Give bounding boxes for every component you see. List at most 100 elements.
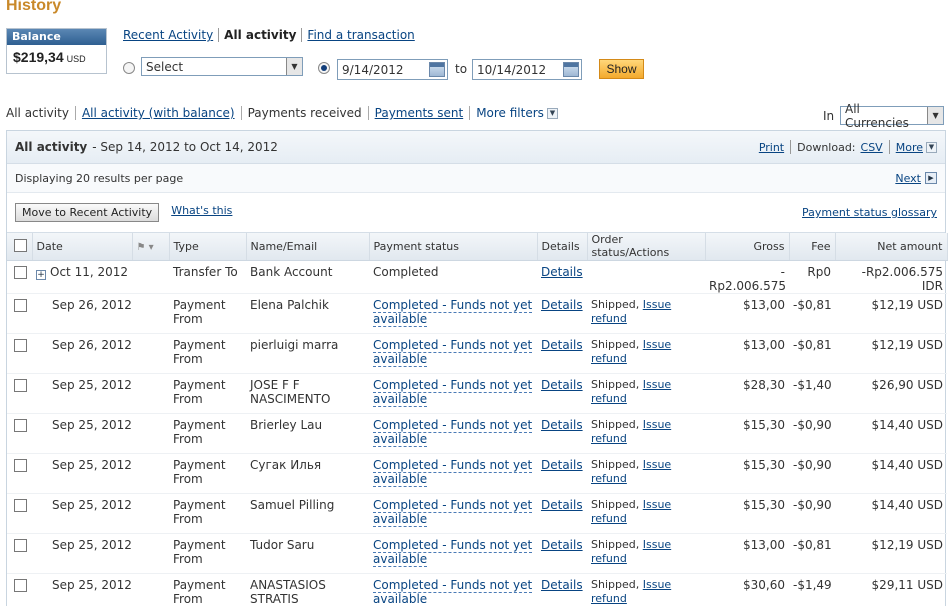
table-row: Sep 25, 2012 Payment From Сугак Илья Complet… xyxy=(7,453,947,493)
row-checkbox[interactable] xyxy=(14,265,27,279)
tab-recent-activity[interactable]: Recent Activity xyxy=(123,28,213,42)
tab-find-transaction[interactable]: Find a transaction xyxy=(307,28,414,42)
row-order-status: Shipped, Issue refund xyxy=(587,373,705,413)
divider xyxy=(790,140,792,154)
details-link[interactable]: Details xyxy=(541,378,583,392)
col-name[interactable]: Name/Email xyxy=(246,233,370,261)
row-name-line1: Brierley Lau xyxy=(250,417,323,432)
row-type: Payment From xyxy=(169,493,246,533)
select-period-radio[interactable] xyxy=(123,62,135,74)
row-net-amount: $12,19 USD xyxy=(871,297,943,312)
row-date: Sep 25, 2012 xyxy=(52,377,132,392)
payment-status-link[interactable]: Completed - Funds not yet xyxy=(373,497,533,513)
select-all-checkbox[interactable] xyxy=(14,238,27,252)
tab-all-activity[interactable]: All activity xyxy=(224,28,296,42)
row-checkbox[interactable] xyxy=(14,338,27,352)
show-button[interactable]: Show xyxy=(599,59,644,79)
to-date-field[interactable]: 10/14/2012 xyxy=(472,59,582,80)
row-checkbox[interactable] xyxy=(14,378,27,392)
row-status: Completed - Funds not yet available xyxy=(369,493,537,533)
calendar-icon[interactable] xyxy=(429,62,445,77)
chevron-down-icon[interactable]: ▼ xyxy=(286,58,302,75)
payment-status-link-cont[interactable]: available xyxy=(373,511,428,527)
details-link[interactable]: Details xyxy=(541,418,583,432)
currency-select[interactable]: All Currencies ▼ xyxy=(840,102,944,130)
more-link[interactable]: More xyxy=(896,141,923,154)
details-link[interactable]: Details xyxy=(541,538,583,552)
row-type: Transfer To xyxy=(169,260,246,293)
filter-payments-sent[interactable]: Payments sent xyxy=(375,106,464,120)
row-details-cell: Details xyxy=(537,533,587,573)
col-order-status: Order status/Actions xyxy=(587,233,706,261)
payment-status-link[interactable]: Completed - Funds not yet xyxy=(373,417,533,433)
chevron-down-icon[interactable]: ▼ xyxy=(926,141,937,153)
col-gross[interactable]: Gross xyxy=(705,233,790,261)
row-details-cell: Details xyxy=(537,373,587,413)
filter-all-activity[interactable]: All activity xyxy=(6,106,69,120)
divider xyxy=(240,106,242,120)
whats-this-link[interactable]: What's this xyxy=(171,204,232,217)
row-checkbox[interactable] xyxy=(14,418,27,432)
row-date: Oct 11, 2012 xyxy=(50,264,128,279)
arrow-right-icon[interactable]: ▶ xyxy=(925,172,937,184)
move-to-recent-button[interactable]: Move to Recent Activity xyxy=(15,203,160,222)
row-type-line2: From xyxy=(173,311,203,326)
col-type[interactable]: Type xyxy=(169,233,247,261)
date-range-radio[interactable] xyxy=(318,62,330,74)
panel-actions: Print Download: CSV More ▼ xyxy=(759,140,937,154)
print-link[interactable]: Print xyxy=(759,141,784,154)
row-checkbox[interactable] xyxy=(14,498,27,512)
payment-status-link[interactable]: Completed - Funds not yet xyxy=(373,457,533,473)
payment-status-link-cont[interactable]: available xyxy=(373,391,428,407)
row-type-line1: Transfer To xyxy=(173,264,238,279)
details-link[interactable]: Details xyxy=(541,578,583,592)
details-link[interactable]: Details xyxy=(541,498,583,512)
next-page-button[interactable]: Next ▶ xyxy=(895,172,937,185)
payment-status-link-cont[interactable]: available xyxy=(373,471,428,487)
row-fee: -$0,81 xyxy=(793,297,832,312)
col-fee[interactable]: Fee xyxy=(789,233,836,261)
details-link[interactable]: Details xyxy=(541,265,583,279)
filter-all-activity-balance[interactable]: All activity (with balance) xyxy=(82,106,235,120)
period-select[interactable]: Select ▼ xyxy=(141,57,303,76)
row-status: Completed - Funds not yet available xyxy=(369,293,537,333)
row-checkbox[interactable] xyxy=(14,578,27,592)
csv-link[interactable]: CSV xyxy=(861,141,883,154)
row-gross: $15,30 xyxy=(743,417,785,432)
row-checkbox[interactable] xyxy=(14,458,27,472)
next-link[interactable]: Next xyxy=(895,172,921,185)
from-date-field[interactable]: 9/14/2012 xyxy=(337,59,448,80)
payment-status-link[interactable]: Completed - Funds not yet xyxy=(373,297,533,313)
payment-status-link-cont[interactable]: available xyxy=(373,551,428,567)
more-filters-button[interactable]: More filters ▼ xyxy=(476,106,558,120)
col-date[interactable]: Date xyxy=(32,233,133,261)
payment-status-link-cont[interactable]: available xyxy=(373,431,428,447)
chevron-down-icon[interactable]: ▼ xyxy=(927,107,943,124)
action-row: Move to Recent Activity What's this Paym… xyxy=(7,193,945,233)
payment-status-link[interactable]: Completed - Funds not yet xyxy=(373,537,533,553)
row-checkbox[interactable] xyxy=(14,298,27,312)
row-order-status: Shipped, Issue refund xyxy=(587,533,705,573)
payment-status-link[interactable]: Completed - Funds not yet xyxy=(373,337,533,353)
details-link[interactable]: Details xyxy=(541,458,583,472)
payment-status-link-cont[interactable]: available xyxy=(373,351,428,367)
payment-status-link[interactable]: Completed - Funds not yet xyxy=(373,577,533,593)
calendar-icon[interactable] xyxy=(563,62,579,77)
row-select-cell xyxy=(7,293,32,333)
payment-status-link[interactable]: Completed - Funds not yet xyxy=(373,377,533,393)
divider xyxy=(469,106,471,120)
row-status: Completed - Funds not yet available xyxy=(369,373,537,413)
row-checkbox[interactable] xyxy=(14,538,27,552)
payment-status-glossary-link[interactable]: Payment status glossary xyxy=(802,206,937,219)
expand-icon[interactable]: + xyxy=(36,269,46,280)
details-link[interactable]: Details xyxy=(541,338,583,352)
col-net-amount[interactable]: Net amount xyxy=(835,233,948,261)
filter-payments-received[interactable]: Payments received xyxy=(248,106,362,120)
payment-status-link-cont[interactable]: available xyxy=(373,311,428,327)
details-link[interactable]: Details xyxy=(541,298,583,312)
payment-status-link-cont[interactable]: available xyxy=(373,591,428,606)
col-flag[interactable]: ⚑ ▾ xyxy=(132,233,170,261)
row-type: Payment From xyxy=(169,333,246,373)
col-payment-status[interactable]: Payment status xyxy=(369,233,538,261)
flag-icon[interactable]: ⚑ ▾ xyxy=(137,242,154,253)
